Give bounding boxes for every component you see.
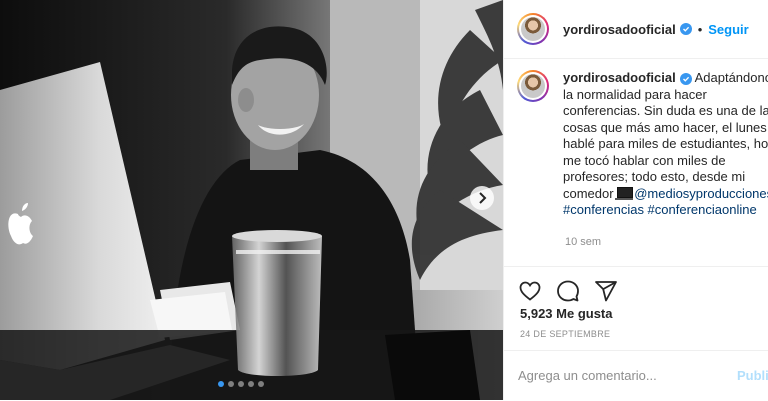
hashtag-links[interactable]: #conferencias #conferenciaonline — [563, 202, 768, 219]
caption-line-first: yordirosadooficial Adaptándonos a — [563, 70, 768, 87]
mention-link[interactable]: @mediosyproducciones — [634, 186, 768, 201]
carousel-dot — [248, 381, 254, 387]
comment-input[interactable] — [518, 365, 718, 385]
post-header: yordirosadooficial • Seguir — [504, 0, 768, 59]
post-date: 24 DE SEPTIEMBRE — [520, 329, 611, 339]
caption-username-link[interactable]: yordirosadooficial — [563, 70, 676, 85]
post-side-panel: yordirosadooficial • Seguir yordirosadoo… — [503, 0, 768, 400]
comment-bubble-icon[interactable] — [556, 279, 580, 303]
caption-line-mention: comedor @mediosyproducciones — [563, 186, 768, 203]
laptop-emoji-icon — [615, 186, 634, 200]
verified-badge-icon — [679, 23, 692, 35]
comment-bar: Publicar — [504, 350, 768, 401]
likes-count[interactable]: 5,923 Me gusta — [520, 306, 613, 321]
caption-line: conferencias. Sin duda es una de las — [563, 103, 768, 118]
caption-line: cosas que más amo hacer, el lunes — [563, 119, 767, 135]
carousel-dot — [218, 381, 224, 387]
carousel-dot — [238, 381, 244, 387]
carousel-dot — [258, 381, 264, 387]
caption-line: hablé para miles de estudiantes, hoy — [563, 136, 768, 151]
follow-button[interactable]: Seguir — [708, 22, 748, 37]
carousel-indicator — [218, 381, 264, 387]
caption-line: Adaptándonos a — [694, 70, 768, 85]
username-link[interactable]: yordirosadooficial — [563, 22, 676, 37]
publish-button[interactable]: Publicar — [737, 368, 768, 383]
verified-badge-icon — [679, 73, 692, 85]
avatar[interactable] — [517, 70, 549, 102]
caption-line: me tocó hablar con miles de — [563, 152, 726, 168]
carousel-dot — [228, 381, 234, 387]
post-age[interactable]: 10 sem — [565, 236, 601, 248]
avatar[interactable] — [517, 13, 549, 45]
photo-scene — [0, 0, 503, 400]
caption-word: comedor — [563, 185, 614, 201]
caption-line: la normalidad para hacer — [563, 86, 707, 102]
chevron-right-icon — [479, 192, 487, 204]
caption-line: profesores; todo esto, desde mi — [563, 169, 746, 184]
paper-plane-icon[interactable] — [594, 279, 618, 303]
carousel-next-button[interactable] — [470, 186, 494, 210]
post-caption: yordirosadooficial Adaptándonos a la nor… — [504, 70, 768, 219]
separator-bullet: • — [697, 21, 703, 37]
heart-icon[interactable] — [518, 279, 542, 303]
caption-text: yordirosadooficial Adaptándonos a la nor… — [563, 70, 768, 219]
post-photo[interactable] — [0, 0, 503, 400]
